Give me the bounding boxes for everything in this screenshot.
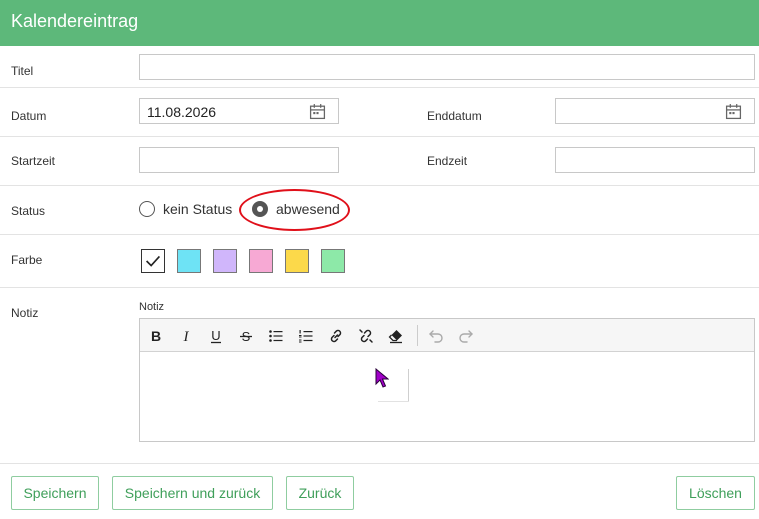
color-swatch[interactable] [141,249,165,273]
redo-icon[interactable] [456,326,476,346]
back-button[interactable]: Zurück [286,476,354,510]
color-swatch[interactable] [285,249,309,273]
enddatum-input[interactable] [555,98,755,124]
titel-input[interactable] [139,54,755,80]
bullet-list-icon[interactable] [266,326,286,346]
italic-icon[interactable]: I [176,326,196,346]
titel-label: Titel [11,64,34,78]
highlight-annotation [239,189,350,231]
startzeit-input[interactable] [139,147,339,173]
delete-button[interactable]: Löschen [676,476,755,510]
svg-text:I: I [183,329,190,344]
unlink-icon[interactable] [356,326,376,346]
calendar-icon[interactable] [309,103,326,120]
status-option-label[interactable]: kein Status [163,201,232,217]
datum-label: Datum [11,109,47,123]
link-icon[interactable] [326,326,346,346]
divider [0,185,759,186]
status-radio-kein-status[interactable] [139,201,155,217]
color-swatch[interactable] [213,249,237,273]
startzeit-label: Startzeit [11,154,56,168]
dialog-header: Kalendereintrag [0,0,759,46]
notiz-label: Notiz [11,306,39,320]
svg-text:U: U [211,328,220,343]
divider [0,287,759,288]
mouse-cursor-icon [375,368,389,388]
farbe-label: Farbe [11,253,43,267]
datum-value: 11.08.2026 [147,104,217,120]
save-button[interactable]: Speichern [11,476,99,510]
eraser-icon[interactable] [386,326,406,346]
notiz-editor-label: Notiz [139,301,165,313]
notiz-editor: B I U S [139,318,755,442]
svg-text:B: B [151,328,161,344]
underline-icon[interactable]: U [206,326,226,346]
status-label: Status [11,204,46,218]
calendar-icon[interactable] [725,103,742,120]
save-and-back-button[interactable]: Speichern und zurück [112,476,273,510]
toolbar-separator [417,325,418,346]
datum-input[interactable]: 11.08.2026 [139,98,339,124]
notiz-content[interactable] [148,359,746,435]
editor-toolbar: B I U S [140,319,754,352]
checkmark-icon [145,255,161,267]
color-swatch[interactable] [321,249,345,273]
dialog-title: Kalendereintrag [11,11,139,31]
color-swatch[interactable] [177,249,201,273]
color-swatch[interactable] [249,249,273,273]
text-caret-line [378,401,409,402]
enddatum-label: Enddatum [427,109,482,123]
divider [0,234,759,235]
text-caret-line [408,369,409,402]
divider [0,87,759,88]
endzeit-label: Endzeit [427,154,468,168]
bold-icon[interactable]: B [146,326,166,346]
divider [0,463,759,464]
undo-icon[interactable] [426,326,446,346]
endzeit-input[interactable] [555,147,755,173]
strikethrough-icon[interactable]: S [236,326,256,346]
divider [0,136,759,137]
numbered-list-icon[interactable] [296,326,316,346]
